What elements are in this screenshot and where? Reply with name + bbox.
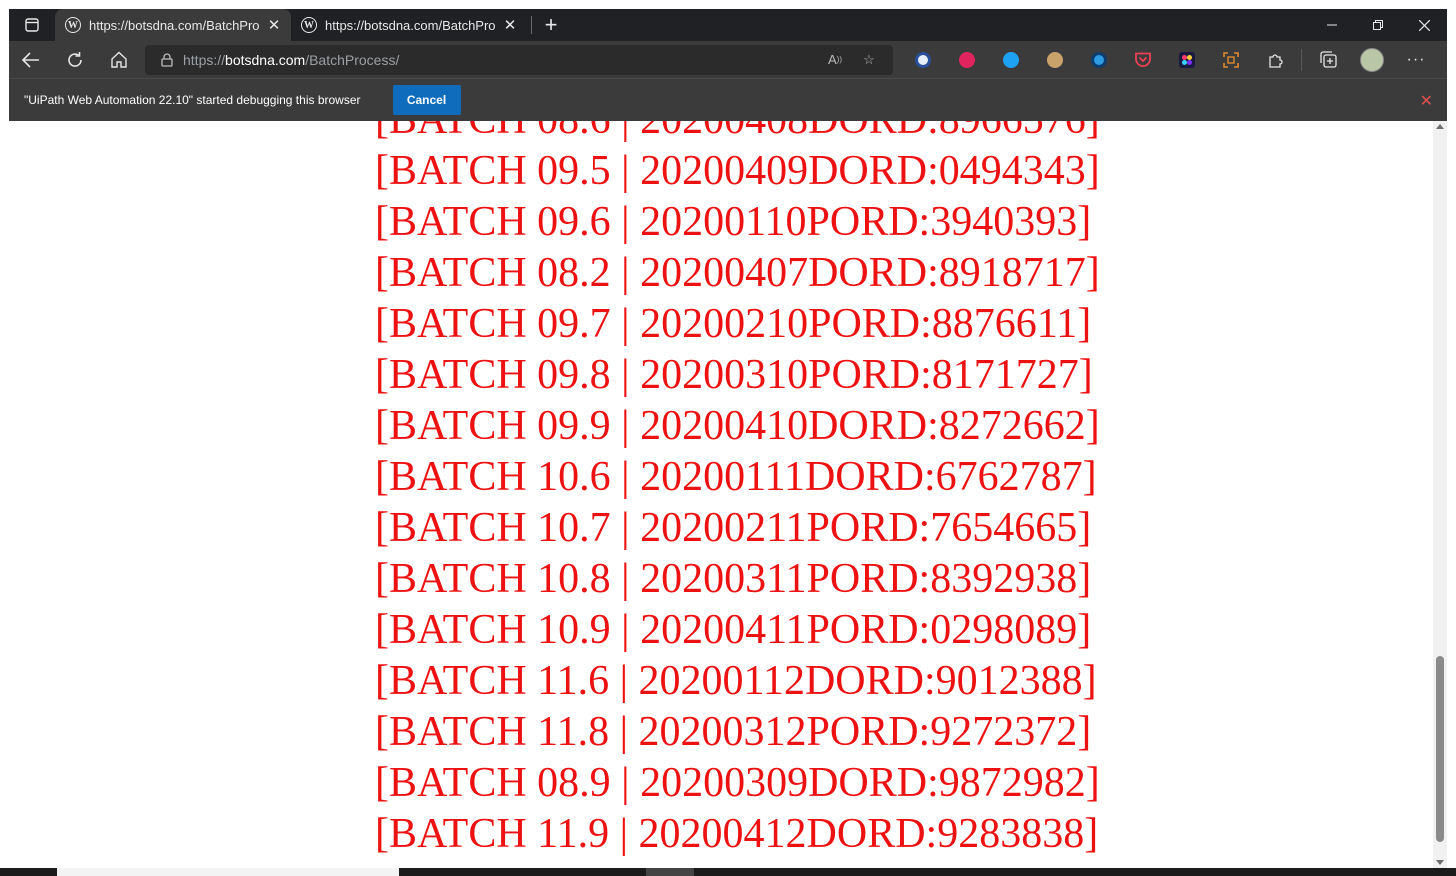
collections-button[interactable] [1306,41,1350,78]
taskbar-active-app[interactable] [646,868,694,876]
page-content: [BATCH 08.6 | 20200408DORD:8966576] [BAT… [9,121,1433,868]
url-domain: botsdna.com [225,51,306,68]
cancel-button[interactable]: Cancel [392,85,461,115]
close-window-button[interactable] [1401,9,1447,41]
minimize-icon [1327,24,1337,26]
tab-close-icon[interactable]: ✕ [503,17,517,34]
batch-line: [BATCH 11.6 | 20200112DORD:9012388] [375,658,1097,704]
batch-line: [BATCH 08.2 | 20200407DORD:8918717] [375,250,1100,296]
extension-button-5[interactable] [1077,41,1121,78]
batch-list: [BATCH 08.6 | 20200408DORD:8966576] [BAT… [375,121,1100,860]
ext-7-icon [1179,51,1195,68]
ext-8-icon [1223,51,1239,68]
tab-batchprocess-2[interactable]: W https://botsdna.com/BatchProcess/ ✕ [291,9,527,41]
taskbar-search-box[interactable] [57,868,399,876]
collections-icon [1319,51,1337,68]
tab-batchprocess-1[interactable]: W https://botsdna.com/BatchProcess/ ✕ [55,9,291,41]
tab-actions-icon [25,18,39,32]
plus-icon: + [544,12,558,37]
tab-actions-button[interactable] [9,9,55,41]
extensions-button[interactable] [1253,41,1297,78]
tab-separator [531,16,532,34]
ext-2-icon [959,51,975,68]
url-text[interactable]: https://botsdna.com/BatchProcess/ [183,52,813,68]
batch-line: [BATCH 09.7 | 20200210PORD:8876611] [375,301,1092,347]
url-path: /BatchProcess/ [305,51,400,68]
lock-icon [161,52,173,67]
window-frame-right [1447,0,1456,876]
tab-close-icon[interactable]: ✕ [267,17,281,34]
address-bar[interactable]: https://botsdna.com/BatchProcess/ A)) ☆ [145,44,893,75]
batch-line: [BATCH 08.9 | 20200309DORD:9872982] [375,760,1100,806]
browser-toolbar: https://botsdna.com/BatchProcess/ A)) ☆ [9,41,1447,78]
batch-line: [BATCH 09.5 | 20200409DORD:0494343] [375,148,1100,194]
home-icon [111,51,127,68]
extensions-row: ··· [901,41,1438,78]
batch-line: [BATCH 09.9 | 20200410DORD:8272662] [375,403,1100,449]
page-scrollbar[interactable] [1433,121,1447,868]
debugging-infobar: "UiPath Web Automation 22.10" started de… [9,78,1447,121]
scroll-down-icon[interactable] [1436,860,1444,865]
ext-3-icon [1003,51,1019,68]
extension-button-8[interactable] [1209,41,1253,78]
extensions-icon [1269,53,1283,68]
profile-button[interactable] [1350,41,1394,78]
scroll-up-icon[interactable] [1436,124,1444,129]
back-button[interactable] [9,41,53,78]
toolbar-separator [1301,48,1302,71]
extension-button-3[interactable] [989,41,1033,78]
batch-line: [BATCH 11.9 | 20200412DORD:9283838] [375,811,1099,857]
batch-line: [BATCH 09.8 | 20200310PORD:8171727] [375,352,1093,398]
restore-button[interactable] [1355,9,1401,41]
batch-line: [BATCH 08.6 | 20200408DORD:8966576] [375,121,1100,146]
batch-line: [BATCH 10.8 | 20200311PORD:8392938] [375,556,1092,602]
extension-button-1[interactable] [901,41,945,78]
batch-line: [BATCH 09.6 | 20200110PORD:3940393] [375,199,1092,245]
more-icon: ··· [1406,50,1426,68]
tab-title: https://botsdna.com/BatchProcess/ [89,17,259,33]
ext-4-icon [1047,51,1063,68]
extension-button-pocket[interactable] [1121,41,1165,78]
favorites-add-icon[interactable]: ☆ [857,48,881,72]
infobar-message: "UiPath Web Automation 22.10" started de… [24,93,361,107]
batch-line: [BATCH 10.9 | 20200411PORD:0298089] [375,607,1092,653]
url-scheme: https:// [183,51,226,68]
restore-icon [1373,20,1383,30]
tab-strip: W https://botsdna.com/BatchProcess/ ✕ W … [9,9,1447,41]
batch-line: [BATCH 11.8 | 20200312PORD:9272372] [375,709,1092,755]
pocket-icon [1135,52,1151,67]
window-frame-left [0,0,9,876]
read-aloud-icon[interactable]: A)) [823,48,847,72]
refresh-button[interactable] [53,41,97,78]
refresh-icon [68,51,82,67]
settings-more-button[interactable]: ··· [1394,41,1438,78]
batch-line: [BATCH 10.7 | 20200211PORD:7654665] [375,505,1092,551]
infobar-close-icon[interactable]: ✕ [1420,91,1433,111]
tab-title: https://botsdna.com/BatchProcess/ [325,17,495,33]
wordpress-icon: W [301,17,317,33]
extension-button-4[interactable] [1033,41,1077,78]
close-icon [1418,19,1430,31]
scroll-thumb[interactable] [1436,656,1444,842]
home-button[interactable] [97,41,141,78]
minimize-button[interactable] [1309,9,1355,41]
batch-line: [BATCH 10.6 | 20200111DORD:6762787] [375,454,1097,500]
new-tab-button[interactable]: + [536,9,566,41]
extension-button-2[interactable] [945,41,989,78]
ext-5-icon [1091,51,1107,68]
window-frame-top [0,0,1456,9]
extension-button-7[interactable] [1165,41,1209,78]
window-controls [1309,9,1447,41]
back-icon [22,51,39,68]
avatar [1360,47,1384,72]
wordpress-icon: W [65,17,81,33]
ext-1-icon [915,51,931,68]
